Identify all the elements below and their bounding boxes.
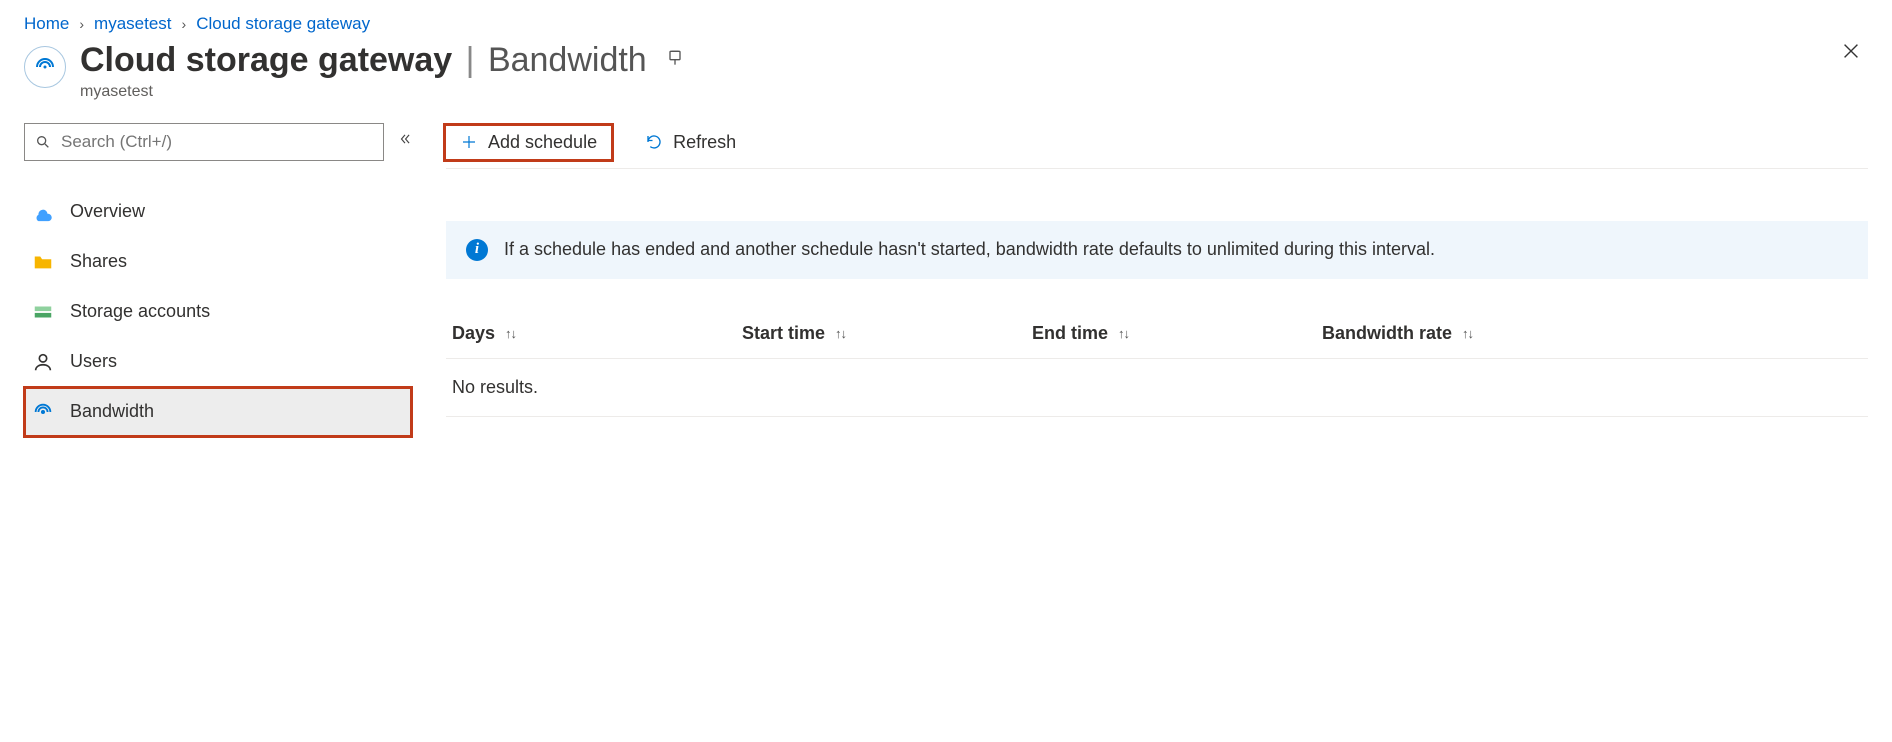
sidebar: Overview Shares Storage accounts (24, 123, 412, 437)
breadcrumb-home[interactable]: Home (24, 14, 69, 34)
plus-icon (460, 133, 478, 151)
refresh-button[interactable]: Refresh (631, 126, 750, 159)
column-start-time[interactable]: Start time↑↓ (742, 323, 992, 344)
sidebar-item-label: Storage accounts (70, 301, 210, 322)
bandwidth-icon (32, 401, 54, 423)
column-bandwidth-rate[interactable]: Bandwidth rate↑↓ (1322, 323, 1522, 344)
overview-icon (32, 201, 54, 223)
info-banner: i If a schedule has ended and another sc… (446, 221, 1868, 279)
main-content: Add schedule Refresh i If a schedule has… (412, 123, 1868, 417)
sort-icon: ↑↓ (1462, 326, 1473, 341)
info-icon: i (466, 239, 488, 261)
schedule-table: Days↑↓ Start time↑↓ End time↑↓ Bandwidth… (446, 315, 1868, 417)
sort-icon: ↑↓ (835, 326, 846, 341)
page-header: Cloud storage gateway | Bandwidth myaset… (24, 40, 1868, 101)
folder-icon (32, 251, 54, 273)
table-header: Days↑↓ Start time↑↓ End time↑↓ Bandwidth… (446, 315, 1868, 359)
sidebar-item-label: Bandwidth (70, 401, 154, 422)
breadcrumb-resource[interactable]: myasetest (94, 14, 171, 34)
sidebar-item-label: Shares (70, 251, 127, 272)
sidebar-item-overview[interactable]: Overview (24, 187, 412, 237)
column-days[interactable]: Days↑↓ (452, 323, 702, 344)
info-text: If a schedule has ended and another sche… (504, 239, 1435, 260)
chevron-right-icon: › (182, 16, 187, 32)
toolbar: Add schedule Refresh (446, 123, 1868, 169)
sort-icon: ↑↓ (1118, 326, 1129, 341)
chevron-right-icon: › (79, 16, 84, 32)
user-icon (32, 351, 54, 373)
sidebar-item-bandwidth[interactable]: Bandwidth (24, 387, 412, 437)
page-title: Cloud storage gateway | Bandwidth (80, 40, 647, 81)
sort-icon: ↑↓ (505, 326, 516, 341)
resource-type-icon (24, 46, 66, 88)
breadcrumb-current[interactable]: Cloud storage gateway (196, 14, 370, 34)
sidebar-item-storage-accounts[interactable]: Storage accounts (24, 287, 412, 337)
add-schedule-button[interactable]: Add schedule (446, 126, 611, 159)
sidebar-item-users[interactable]: Users (24, 337, 412, 387)
search-input[interactable] (59, 131, 373, 153)
storage-icon (32, 301, 54, 323)
sidebar-item-shares[interactable]: Shares (24, 237, 412, 287)
sidebar-search[interactable] (24, 123, 384, 161)
page-subtitle: myasetest (80, 83, 1840, 101)
pin-icon[interactable] (665, 48, 685, 73)
search-icon (35, 134, 51, 150)
table-empty-state: No results. (446, 359, 1868, 417)
collapse-sidebar-button[interactable] (398, 132, 412, 151)
close-button[interactable] (1840, 40, 1862, 67)
breadcrumb: Home › myasetest › Cloud storage gateway (24, 12, 1868, 40)
sidebar-item-label: Users (70, 351, 117, 372)
sidebar-item-label: Overview (70, 201, 145, 222)
sidebar-nav: Overview Shares Storage accounts (24, 187, 412, 437)
refresh-icon (645, 133, 663, 151)
column-end-time[interactable]: End time↑↓ (1032, 323, 1282, 344)
